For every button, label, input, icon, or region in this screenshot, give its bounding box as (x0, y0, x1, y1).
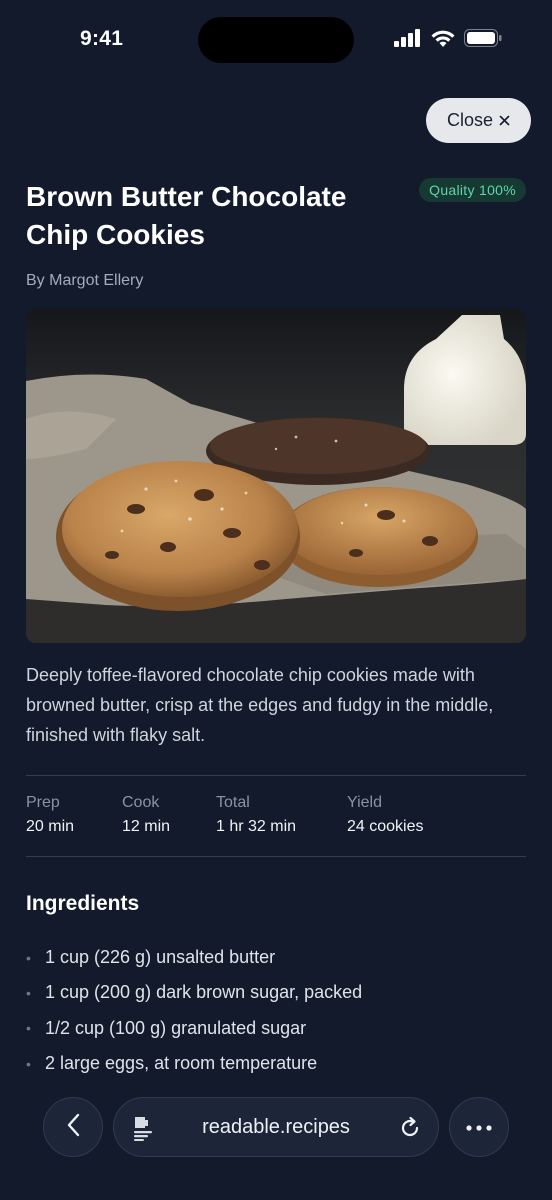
chevron-left-icon (66, 1113, 80, 1142)
ingredient-text: 1 cup (226 g) unsalted butter (45, 947, 276, 968)
url-text: readable.recipes (202, 1115, 350, 1138)
meta-cook: Cook 12 min (122, 794, 170, 836)
meta-label: Total (216, 794, 250, 811)
meta-value: 24 cookies (347, 818, 424, 835)
back-button[interactable] (43, 1097, 103, 1157)
cellular-signal-icon (394, 29, 422, 52)
close-icon (499, 110, 510, 131)
bullet-icon: • (26, 1055, 31, 1072)
ingredient-text: 2 large eggs, at room temperature (45, 1053, 318, 1074)
list-item: • 1/2 cup (100 g) granulated sugar (26, 1011, 362, 1046)
quality-badge: Quality 100% (419, 178, 526, 202)
divider (26, 856, 526, 857)
close-button[interactable]: Close (425, 98, 531, 143)
wifi-icon (430, 28, 456, 53)
address-bar[interactable]: readable.recipes (113, 1097, 439, 1157)
meta-yield: Yield 24 cookies (347, 794, 424, 836)
recipe-author: By Margot Ellery (26, 272, 144, 289)
ingredients-list: • 1 cup (226 g) unsalted butter • 1 cup (2… (26, 940, 362, 1081)
status-time: 9:41 (80, 27, 124, 50)
ingredient-text: 1/2 cup (100 g) granulated sugar (45, 1017, 307, 1038)
divider (26, 775, 526, 776)
ingredients-heading: Ingredients (26, 892, 140, 915)
meta-label: Prep (26, 794, 60, 811)
recipe-description: Deeply toffee-flavored chocolate chip co… (26, 665, 494, 745)
meta-total: Total 1 hr 32 min (216, 794, 296, 836)
status-bar: 9:41 (0, 0, 552, 80)
reload-icon[interactable] (398, 1116, 422, 1145)
battery-icon (464, 29, 502, 52)
ingredient-text: 1 cup (200 g) dark brown sugar, packed (45, 982, 363, 1003)
meta-value: 20 min (26, 818, 75, 835)
status-icons (394, 28, 502, 53)
close-button-label: Close (446, 110, 493, 130)
recipe-title: Brown Butter Chocolate Chip Cookies (26, 181, 347, 250)
bullet-icon: • (26, 1020, 31, 1037)
meta-prep: Prep 20 min (26, 794, 74, 836)
list-item: • 1 cup (226 g) unsalted butter (26, 940, 362, 975)
bullet-icon: • (26, 984, 31, 1001)
more-horizontal-icon (466, 1118, 492, 1136)
list-item: • 1 cup (200 g) dark brown sugar, packed (26, 975, 362, 1010)
more-button[interactable] (449, 1097, 509, 1157)
dynamic-island (198, 17, 354, 63)
meta-label: Yield (347, 794, 382, 811)
bullet-icon: • (26, 949, 31, 966)
meta-value: 12 min (122, 818, 171, 835)
meta-value: 1 hr 32 min (216, 818, 297, 835)
meta-label: Cook (122, 794, 160, 811)
recipe-hero-image (26, 309, 526, 643)
